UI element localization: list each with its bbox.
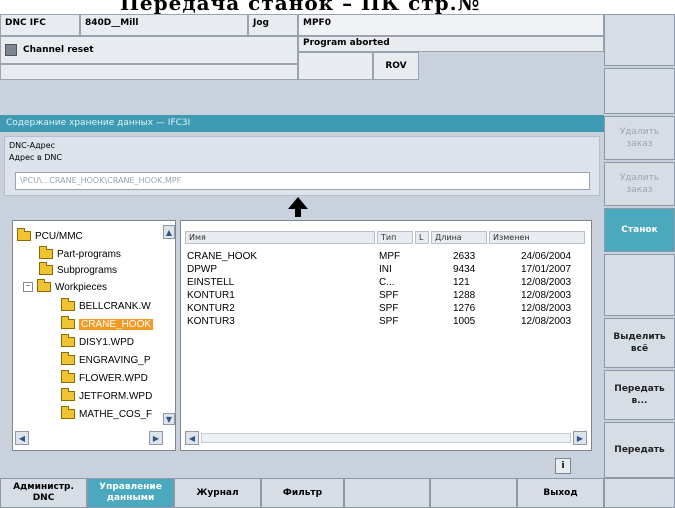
folder-icon — [61, 406, 75, 419]
softkey-data-management[interactable]: Управление данными — [87, 478, 174, 508]
tree-item[interactable]: ENGRAVING_P — [61, 352, 151, 368]
softkey-bottom-8[interactable] — [604, 478, 675, 508]
softkey-right-6[interactable] — [604, 254, 675, 316]
folder-icon — [61, 316, 75, 329]
softkey-bottom-6[interactable] — [430, 478, 517, 508]
caption-text: Передача станок – ПК стр.№ — [120, 0, 481, 14]
tree-item[interactable]: JETFORM.WPD — [61, 388, 152, 404]
program-status: Program aborted — [298, 36, 604, 52]
column-header-changed[interactable]: Изменен — [489, 231, 585, 244]
column-header-type[interactable]: Тип — [377, 231, 413, 244]
folder-icon — [61, 298, 75, 311]
folder-icon — [39, 262, 53, 275]
column-header-l[interactable]: L — [415, 231, 429, 244]
machine-field: 840D__Mill — [80, 14, 248, 36]
folder-icon — [61, 334, 75, 347]
softkey-right-1[interactable] — [604, 14, 675, 66]
mode-field: DNC IFC — [0, 14, 80, 36]
softkey-transfer-to[interactable]: Передать в... — [604, 370, 675, 420]
softkey-bottom-5[interactable] — [344, 478, 430, 508]
tree-item-selected[interactable]: CRANE_HOOK — [61, 316, 154, 332]
column-header-name[interactable]: Имя — [185, 231, 375, 244]
channel-status-text: Channel reset — [23, 45, 94, 55]
tree-item-workpieces[interactable]: − Workpieces — [23, 279, 107, 295]
folder-icon — [39, 246, 53, 259]
list-scroll-track[interactable] — [201, 433, 571, 443]
tree-item[interactable]: Part-programs — [39, 246, 121, 262]
softkey-filter[interactable]: Фильтр — [261, 478, 344, 508]
channel-status: Channel reset — [0, 36, 298, 64]
scroll-right-button[interactable]: ▶ — [149, 431, 163, 445]
softkey-log[interactable]: Журнал — [174, 478, 261, 508]
softkey-right-4[interactable]: Удалить заказ — [604, 162, 675, 206]
tree-item-root[interactable]: PCU/MMC — [17, 228, 83, 244]
dnc-address-field-label: Адрес в DNC — [9, 153, 62, 162]
softkey-right-2[interactable] — [604, 68, 675, 114]
tree-item[interactable]: FLOWER.WPD — [61, 370, 148, 386]
softkey-machine[interactable]: Станок — [604, 208, 675, 252]
tree-item[interactable]: Subprograms — [39, 262, 117, 278]
status-spacer — [298, 52, 373, 80]
document-caption: Передача станок – ПК стр.№ — [0, 0, 675, 14]
folder-icon — [17, 228, 31, 241]
list-scroll-right-button[interactable]: ▶ — [573, 431, 587, 445]
scroll-up-button[interactable]: ▲ — [163, 225, 175, 239]
info-icon[interactable]: i — [555, 458, 571, 474]
tree-item[interactable]: MATHE_COS_F — [61, 406, 152, 422]
file-list[interactable]: Имя Тип L Длина Изменен CRANE_HOOK MPF 2… — [180, 220, 592, 451]
folder-icon — [61, 388, 75, 401]
softkey-right-3[interactable]: Удалить заказ — [604, 116, 675, 160]
dnc-address-input[interactable]: \PCU\...CRANE_HOOK\CRANE_HOOK.MPF — [15, 172, 590, 190]
softkey-transfer[interactable]: Передать — [604, 422, 675, 478]
list-scroll-left-button[interactable]: ◀ — [185, 431, 199, 445]
folder-icon — [61, 370, 75, 383]
alarm-line — [0, 64, 298, 80]
rov-indicator: ROV — [373, 52, 419, 80]
program-field: MPF0 — [298, 14, 604, 36]
scroll-down-button[interactable]: ▼ — [163, 413, 175, 425]
collapse-icon[interactable]: − — [23, 282, 33, 292]
softkey-select-all[interactable]: Выделить всё — [604, 318, 675, 368]
column-header-length[interactable]: Длина — [431, 231, 487, 244]
op-mode-field: Jog — [248, 14, 298, 36]
arrow-up-icon[interactable] — [287, 196, 309, 218]
softkey-dnc-admin[interactable]: Администр. DNC — [0, 478, 87, 508]
folder-icon — [61, 352, 75, 365]
dnc-address-label: DNC-Адрес — [9, 141, 56, 150]
channel-reset-icon — [5, 44, 17, 56]
tree-item[interactable]: BELLCRANK.W — [61, 298, 151, 314]
section-title: Содержание хранение данных — IFC3I — [0, 115, 604, 132]
folder-icon — [37, 279, 51, 292]
tree-item[interactable]: DISY1.WPD — [61, 334, 134, 350]
softkey-exit[interactable]: Выход — [517, 478, 604, 508]
scroll-left-button[interactable]: ◀ — [15, 431, 29, 445]
folder-tree[interactable]: PCU/MMC Part-programs Subprograms − Workp… — [12, 220, 176, 451]
